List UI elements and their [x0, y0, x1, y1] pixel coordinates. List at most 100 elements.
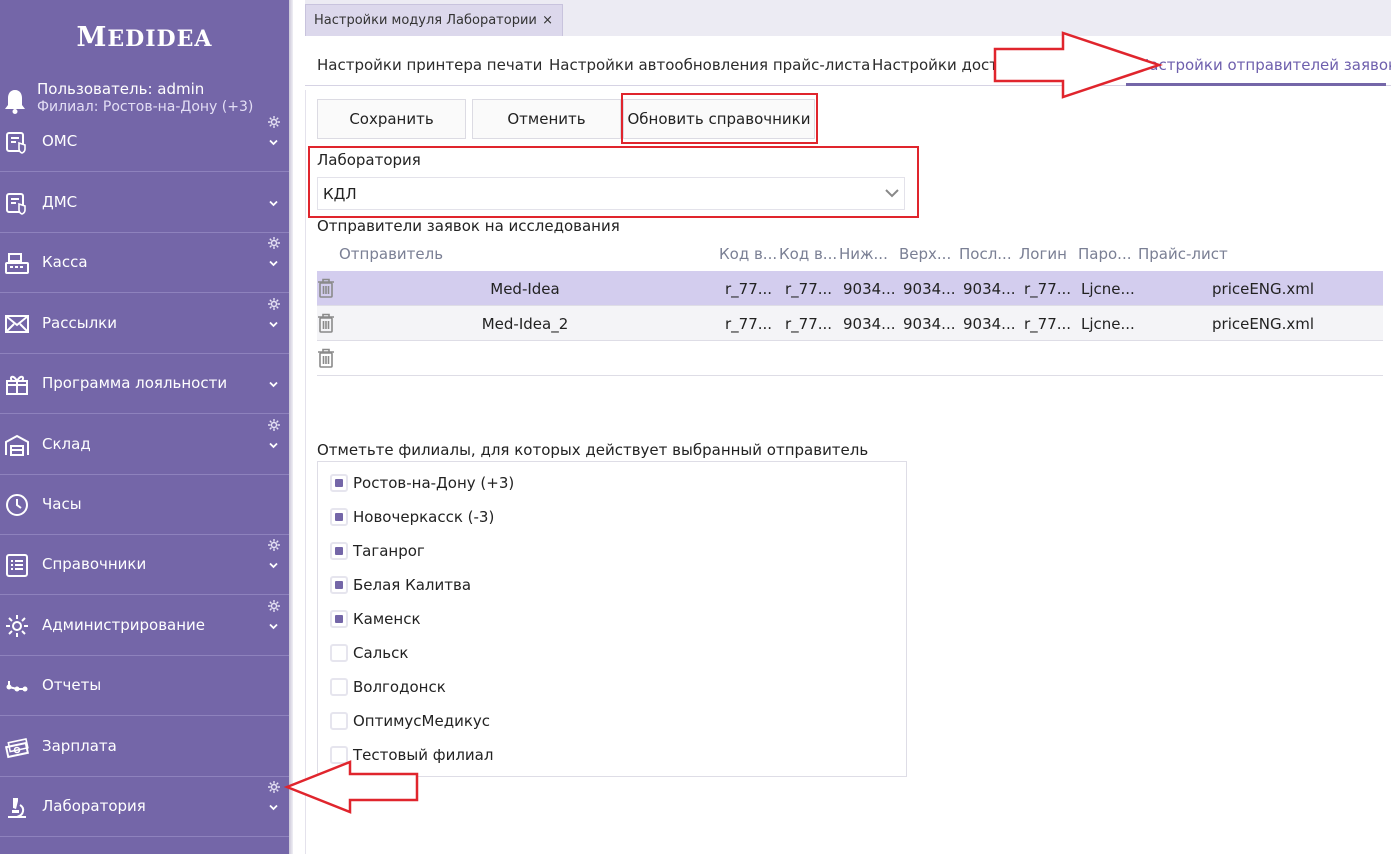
gear-icon[interactable]	[267, 538, 281, 552]
tab-pricelist-autoupdate[interactable]: Настройки автообновления прайс-листа	[549, 40, 870, 86]
cell-last: 9034...	[963, 280, 1016, 298]
sidebar-item-5[interactable]: Программа лояльности	[0, 354, 289, 414]
sidebar-item-8[interactable]: Справочники	[0, 535, 289, 595]
close-icon[interactable]: ×	[542, 13, 553, 28]
sidebar-item-label: Часы	[42, 494, 82, 513]
branch-label: Ростов-на-Дону (+3)	[353, 474, 515, 492]
checkbox[interactable]	[330, 610, 348, 628]
gear-icon[interactable]	[267, 297, 281, 311]
settings-tabs: Настройки принтера печати Настройки авто…	[305, 40, 1391, 86]
chevron-down-icon[interactable]	[269, 380, 278, 389]
user-name: Пользователь: admin	[37, 80, 205, 98]
senders-grid-header: Отправитель Код в... Код в... Ниж... Вер…	[317, 241, 1383, 269]
col-last[interactable]: Посл...	[959, 245, 1012, 263]
table-row[interactable]: Med-Idea_2 r_77... r_77... 9034... 9034... 90…	[317, 306, 1383, 341]
cell-sender: Med-Idea_2	[481, 315, 569, 333]
sidebar-item-label: ОМС	[42, 131, 78, 150]
cell-high: 9034...	[903, 315, 956, 333]
sidebar-item-label: Администрирование	[42, 615, 206, 634]
col-upper[interactable]: Верх...	[899, 245, 951, 263]
gear-icon[interactable]	[267, 418, 281, 432]
chevron-down-icon[interactable]	[269, 199, 278, 208]
col-lower[interactable]: Ниж...	[839, 245, 888, 263]
bell-icon[interactable]	[4, 88, 26, 114]
col-login[interactable]: Логин	[1019, 245, 1067, 263]
chevron-down-icon[interactable]	[269, 622, 278, 631]
gift-icon	[6, 375, 28, 395]
cell-code1: r_77...	[725, 280, 773, 298]
branch-label: Сальск	[353, 644, 409, 662]
sidebar-item-2[interactable]: ДМС	[0, 173, 289, 233]
tab-delivery-settings[interactable]: Настройки доста	[872, 40, 1007, 86]
cell-price: priceENG.xml	[1212, 280, 1315, 298]
highlight-frame-refresh	[621, 93, 818, 144]
sidebar-item-11[interactable]: Зарплата	[0, 717, 289, 777]
document-tab-bar: Настройки модуля Лаборатории ×	[305, 0, 1391, 36]
cell-code2: r_77...	[785, 280, 833, 298]
gear-icon[interactable]	[267, 599, 281, 613]
highlight-frame-laboratory	[308, 146, 919, 218]
checkbox[interactable]	[330, 644, 348, 662]
save-button[interactable]: Сохранить	[317, 99, 466, 139]
cell-sender: Med-Idea	[490, 280, 560, 298]
reports-icon	[6, 680, 28, 691]
tab-sender-settings[interactable]: Настройки отправителей заявок	[1126, 40, 1391, 86]
checkbox[interactable]	[330, 678, 348, 696]
cell-password: Ljcne...	[1081, 280, 1135, 298]
sidebar-item-7[interactable]: Часы	[0, 475, 289, 535]
col-code2[interactable]: Код в...	[779, 245, 837, 263]
sidebar-item-4[interactable]: Рассылки	[0, 294, 289, 354]
sidebar-item-1[interactable]: ОМС	[0, 112, 289, 172]
sidebar-item-label: Отчеты	[42, 675, 102, 694]
sidebar-item-6[interactable]: Склад	[0, 415, 289, 475]
dms-icon	[6, 192, 26, 215]
sender-settings-panel: Сохранить Отменить Обновить справочники …	[305, 90, 1391, 854]
col-sender[interactable]: Отправитель	[339, 245, 443, 263]
checkbox[interactable]	[330, 474, 348, 492]
microscope-icon	[8, 797, 26, 818]
checkbox[interactable]	[330, 508, 348, 526]
chevron-down-icon[interactable]	[269, 561, 278, 570]
gear-icon[interactable]	[267, 115, 281, 129]
chevron-down-icon[interactable]	[269, 320, 278, 329]
checkbox[interactable]	[330, 576, 348, 594]
sidebar-item-label: Лаборатория	[42, 796, 146, 815]
checkbox[interactable]	[330, 542, 348, 560]
col-pricelist[interactable]: Прайс-лист	[1138, 245, 1228, 263]
sidebar-item-label: Склад	[42, 434, 91, 453]
chevron-down-icon[interactable]	[269, 441, 278, 450]
sidebar-item-label: Зарплата	[42, 736, 117, 755]
trash-icon[interactable]	[317, 348, 335, 368]
clock-icon	[6, 493, 28, 516]
list-icon	[6, 553, 28, 577]
tab-lab-module-settings[interactable]: Настройки модуля Лаборатории ×	[305, 4, 563, 36]
sidebar: MEDIDEA Пользователь: admin Филиал: Рост…	[0, 0, 289, 854]
sidebar-item-label: Справочники	[42, 554, 147, 573]
app-logo: MEDIDEA	[76, 22, 213, 53]
sidebar-item-10[interactable]: Отчеты	[0, 656, 289, 716]
chevron-down-icon[interactable]	[269, 138, 278, 147]
col-password[interactable]: Паро...	[1078, 245, 1131, 263]
cell-password: Ljcne...	[1081, 315, 1135, 333]
chevron-down-icon[interactable]	[269, 803, 278, 812]
cell-code2: r_77...	[785, 315, 833, 333]
branch-label: Белая Калитва	[353, 576, 472, 594]
sidebar-item-3[interactable]: Касса	[0, 233, 289, 293]
gear-icon[interactable]	[267, 236, 281, 250]
gear-icon[interactable]	[267, 780, 281, 794]
chevron-down-icon[interactable]	[269, 259, 278, 268]
branch-label: ОптимусМедикус	[353, 712, 491, 730]
checkbox[interactable]	[330, 712, 348, 730]
sidebar-item-9[interactable]: Администрирование	[0, 596, 289, 656]
cell-login: r_77...	[1024, 280, 1072, 298]
col-code1[interactable]: Код в...	[719, 245, 777, 263]
table-row[interactable]	[317, 341, 1383, 376]
tab-title: Настройки модуля Лаборатории	[314, 13, 537, 28]
table-row[interactable]: Med-Idea r_77... r_77... 9034... 9034... 9034…	[317, 271, 1383, 306]
sidebar-item-12[interactable]: Лаборатория	[0, 777, 289, 837]
sidebar-item-label: Касса	[42, 252, 88, 271]
sidebar-item-label: ДМС	[42, 192, 78, 211]
cell-login: r_77...	[1024, 315, 1072, 333]
cancel-button[interactable]: Отменить	[472, 99, 621, 139]
tab-printer-settings[interactable]: Настройки принтера печати	[317, 40, 542, 86]
